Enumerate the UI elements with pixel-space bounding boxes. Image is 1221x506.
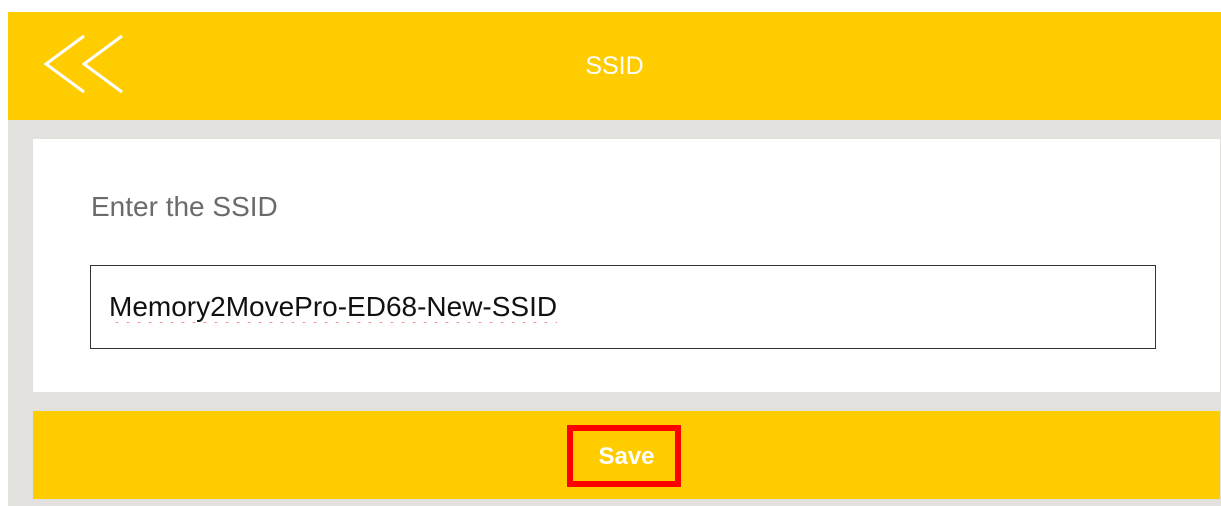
ssid-form-card: Enter the SSID bbox=[33, 139, 1220, 392]
save-button[interactable]: Save bbox=[33, 411, 1220, 499]
app-screen: SSID Enter the SSID Save bbox=[8, 12, 1221, 506]
ssid-input[interactable] bbox=[90, 265, 1156, 349]
save-button-label: Save bbox=[598, 443, 655, 470]
ssid-prompt-label: Enter the SSID bbox=[91, 191, 278, 222]
page-title: SSID bbox=[585, 52, 644, 80]
back-button[interactable] bbox=[34, 30, 134, 100]
double-chevron-left-icon bbox=[43, 34, 123, 94]
header-bar: SSID bbox=[8, 12, 1221, 120]
